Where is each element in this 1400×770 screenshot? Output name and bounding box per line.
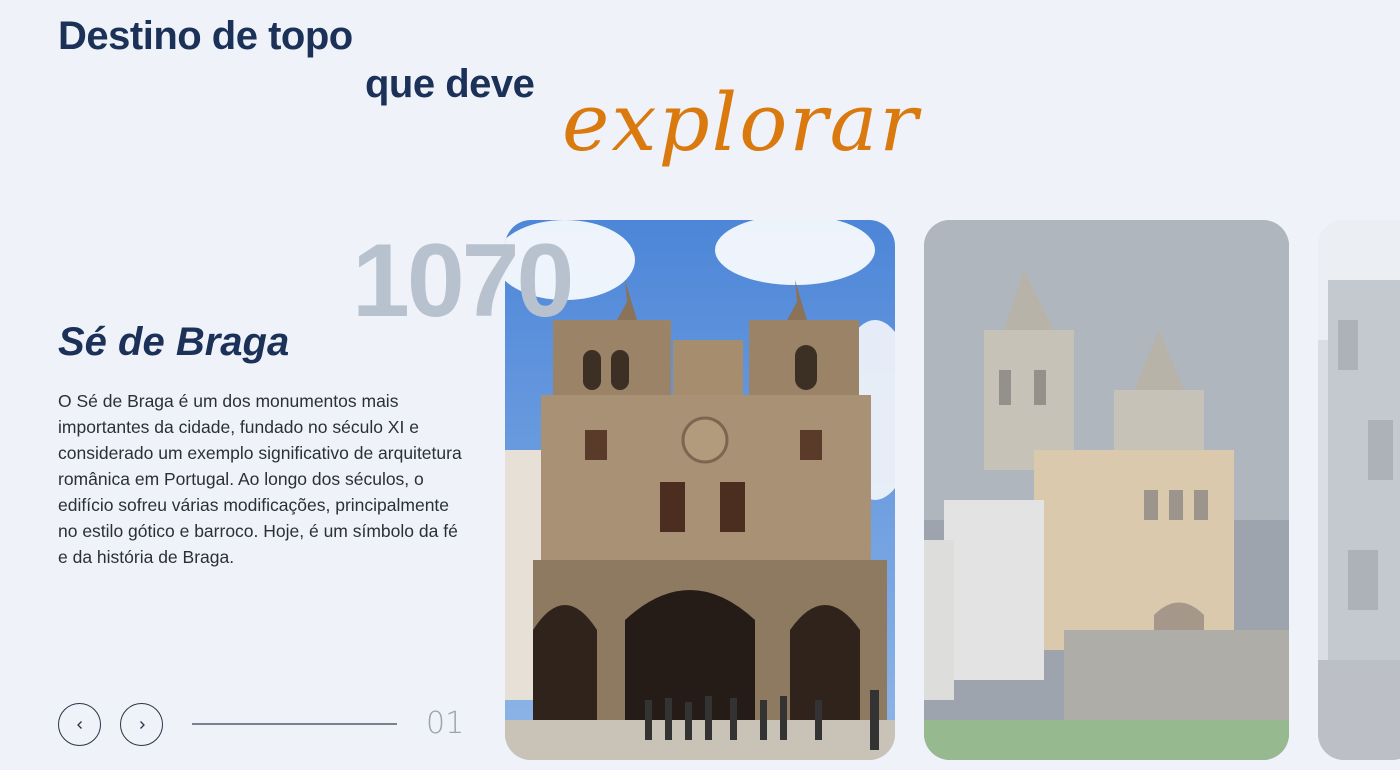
church-image (924, 220, 1289, 760)
next-slide-button[interactable] (120, 703, 163, 746)
place-title: Sé de Braga (58, 320, 290, 364)
year-label: 1070 (352, 223, 574, 339)
place-description: O Sé de Braga é um dos monumentos mais i… (58, 391, 462, 567)
previous-slide-button[interactable] (58, 703, 101, 746)
heading-accent: explorar (562, 76, 920, 169)
slider-progress-line (192, 723, 397, 725)
heading-line-2: que deve (365, 62, 535, 106)
heading-line-1: Destino de topo (58, 14, 353, 58)
street-image-card[interactable] (1318, 220, 1400, 760)
slide-index: 01 (426, 706, 465, 741)
chevron-right-icon (139, 720, 145, 729)
street-image (1318, 220, 1400, 760)
chevron-left-icon (76, 720, 82, 729)
church-image-card[interactable] (924, 220, 1289, 760)
